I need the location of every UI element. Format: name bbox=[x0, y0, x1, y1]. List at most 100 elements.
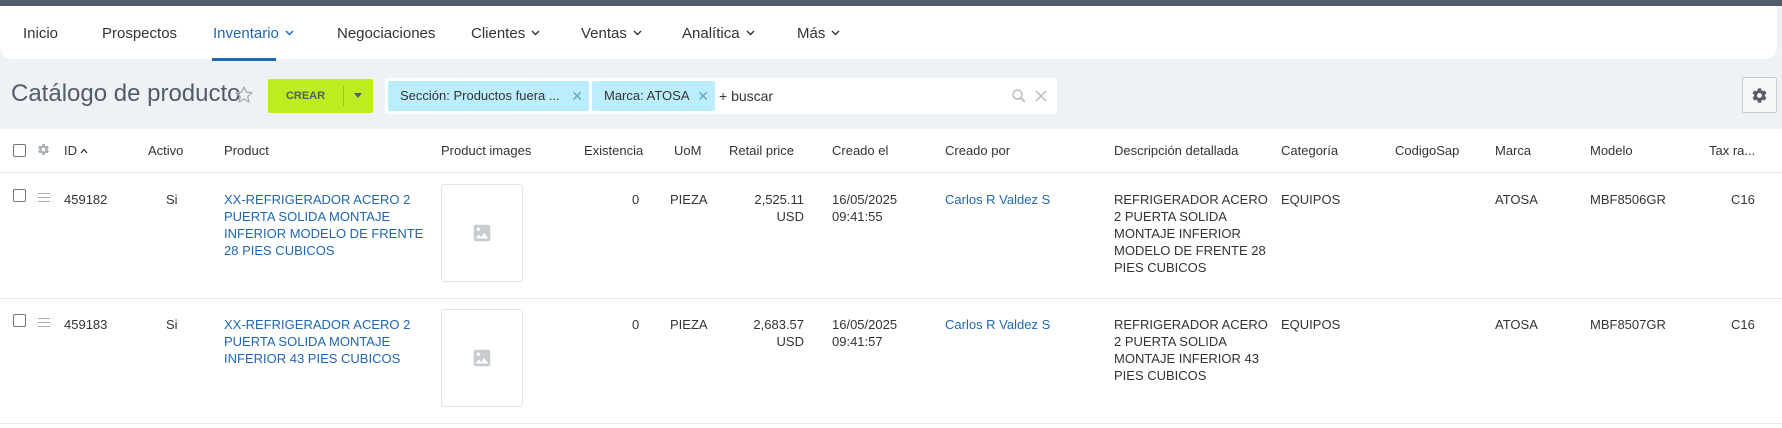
row-checkbox[interactable] bbox=[13, 314, 26, 327]
column-header-product[interactable]: Product bbox=[224, 129, 269, 173]
gear-icon bbox=[1752, 88, 1767, 103]
nav-item-label: Analítica bbox=[682, 25, 740, 42]
filter-tag-marca[interactable]: Marca: ATOSA ✕ bbox=[592, 81, 715, 111]
filter-tag-label: Marca: ATOSA bbox=[604, 88, 690, 103]
column-header-creado-el[interactable]: Creado el bbox=[832, 129, 888, 173]
column-header-categoria[interactable]: Categoría bbox=[1281, 129, 1338, 173]
price-amount: 2,683.57 bbox=[753, 317, 804, 332]
product-name-line: PUERTA SOLIDA MONTAJE bbox=[224, 334, 391, 349]
column-header-activo[interactable]: Activo bbox=[148, 129, 183, 173]
close-icon[interactable]: ✕ bbox=[571, 81, 583, 111]
drag-handle-icon[interactable] bbox=[38, 193, 50, 203]
nav-item-mas[interactable]: Más bbox=[797, 6, 840, 59]
product-image-placeholder[interactable] bbox=[441, 309, 523, 407]
description-line: REFRIGERADOR ACERO bbox=[1114, 317, 1268, 332]
column-header-tax-rate[interactable]: Tax ra... bbox=[1709, 129, 1755, 173]
column-header-creado-por[interactable]: Creado por bbox=[945, 129, 1010, 173]
page-title: Catálogo de producto bbox=[11, 80, 241, 107]
create-button[interactable]: CREAR bbox=[268, 79, 373, 113]
description-line: MODELO DE FRENTE 28 bbox=[1114, 243, 1266, 258]
nav-item-analitica[interactable]: Analítica bbox=[682, 6, 755, 59]
search-input[interactable]: + buscar bbox=[719, 78, 773, 114]
column-header-product-images[interactable]: Product images bbox=[441, 129, 531, 173]
column-header-marca[interactable]: Marca bbox=[1495, 129, 1531, 173]
cell-marca: ATOSA bbox=[1495, 192, 1538, 207]
product-name-line: XX-REFRIGERADOR ACERO 2 bbox=[224, 317, 411, 332]
nav-item-prospectos[interactable]: Prospectos bbox=[102, 6, 177, 59]
chevron-down-icon bbox=[746, 30, 755, 36]
cell-tax-rate: C16 bbox=[1731, 192, 1755, 207]
column-header-descripcion[interactable]: Descripción detallada bbox=[1114, 129, 1238, 173]
created-by-link[interactable]: Carlos R Valdez S bbox=[945, 316, 1050, 333]
nav-item-negociaciones[interactable]: Negociaciones bbox=[337, 6, 435, 59]
created-date: 16/05/2025 bbox=[832, 192, 898, 207]
image-placeholder-icon bbox=[473, 349, 491, 367]
description-line: MONTAJE INFERIOR 43 bbox=[1114, 351, 1259, 366]
product-name-line: 28 PIES CUBICOS bbox=[224, 243, 335, 258]
filter-tag-seccion[interactable]: Sección: Productos fuera ... ✕ bbox=[388, 81, 589, 111]
cell-categoria: EQUIPOS bbox=[1281, 317, 1341, 332]
column-header-id[interactable]: ID bbox=[64, 129, 88, 173]
cell-existencia: 0 bbox=[632, 317, 640, 332]
product-image-placeholder[interactable] bbox=[441, 184, 523, 282]
close-icon[interactable]: ✕ bbox=[697, 81, 709, 111]
description-line: 2 PUERTA SOLIDA bbox=[1114, 209, 1227, 224]
chevron-down-icon bbox=[831, 30, 840, 36]
description-line: PIES CUBICOS bbox=[1114, 260, 1207, 275]
search-icon[interactable] bbox=[1011, 88, 1027, 104]
cell-creado-el: 16/05/2025 09:41:57 bbox=[832, 316, 897, 350]
nav-item-ventas[interactable]: Ventas bbox=[581, 6, 642, 59]
product-table: ID Activo Product Product images Existen… bbox=[0, 129, 1782, 428]
nav-item-label: Ventas bbox=[581, 25, 627, 42]
select-all-checkbox[interactable] bbox=[13, 144, 26, 157]
product-name-line: XX-REFRIGERADOR ACERO 2 bbox=[224, 192, 411, 207]
cell-id: 459182 bbox=[64, 192, 108, 207]
column-header-existencia[interactable]: Existencia bbox=[584, 129, 643, 173]
table-row[interactable]: 459182 Si XX-REFRIGERADOR ACERO 2 PUERTA… bbox=[0, 173, 1782, 298]
sort-asc-icon bbox=[80, 148, 88, 153]
description-line: PIES CUBICOS bbox=[1114, 368, 1207, 383]
cell-uom: PIEZA bbox=[670, 317, 708, 332]
cell-retail-price: 2,525.11 USD bbox=[740, 191, 804, 225]
create-dropdown-caret[interactable] bbox=[343, 79, 373, 113]
cell-categoria: EQUIPOS bbox=[1281, 192, 1341, 207]
filter-tag-label: Sección: Productos fuera ... bbox=[400, 88, 560, 103]
column-header-modelo[interactable]: Modelo bbox=[1590, 129, 1633, 173]
column-header-uom[interactable]: UoM bbox=[674, 129, 701, 173]
product-link[interactable]: XX-REFRIGERADOR ACERO 2 PUERTA SOLIDA MO… bbox=[224, 316, 410, 367]
description-line: MONTAJE INFERIOR bbox=[1114, 226, 1241, 241]
table-row[interactable]: 459183 Si XX-REFRIGERADOR ACERO 2 PUERTA… bbox=[0, 298, 1782, 423]
nav-item-inicio[interactable]: Inicio bbox=[23, 6, 58, 59]
chevron-down-icon bbox=[633, 30, 642, 36]
cell-descripcion: REFRIGERADOR ACERO 2 PUERTA SOLIDA MONTA… bbox=[1114, 316, 1268, 384]
column-header-retail-price[interactable]: Retail price bbox=[729, 129, 794, 173]
description-line: 2 PUERTA SOLIDA bbox=[1114, 334, 1227, 349]
create-button-label: CREAR bbox=[285, 90, 326, 102]
nav-item-clientes[interactable]: Clientes bbox=[471, 6, 540, 59]
star-icon[interactable] bbox=[234, 85, 254, 105]
filter-search-bar[interactable]: Sección: Productos fuera ... ✕ Marca: AT… bbox=[385, 78, 1057, 114]
cell-uom: PIEZA bbox=[670, 192, 708, 207]
nav-item-label: Inicio bbox=[23, 25, 59, 42]
product-link[interactable]: XX-REFRIGERADOR ACERO 2 PUERTA SOLIDA MO… bbox=[224, 191, 423, 259]
close-icon[interactable] bbox=[1033, 88, 1049, 104]
row-divider bbox=[0, 423, 1782, 424]
drag-handle-icon[interactable] bbox=[38, 318, 50, 328]
settings-button[interactable] bbox=[1742, 77, 1777, 113]
nav-item-inventario[interactable]: Inventario bbox=[213, 6, 294, 59]
product-name-line: INFERIOR MODELO DE FRENTE bbox=[224, 226, 424, 241]
gear-icon[interactable] bbox=[37, 143, 50, 156]
price-currency: USD bbox=[776, 209, 804, 224]
price-amount: 2,525.11 bbox=[754, 192, 804, 207]
created-by-link[interactable]: Carlos R Valdez S bbox=[945, 191, 1050, 208]
nav-item-label: Clientes bbox=[471, 25, 526, 42]
cell-modelo: MBF8506GR bbox=[1590, 192, 1666, 207]
cell-existencia: 0 bbox=[632, 192, 640, 207]
cell-activo: Si bbox=[166, 192, 178, 207]
row-checkbox[interactable] bbox=[13, 189, 26, 202]
active-tab-indicator bbox=[212, 58, 276, 61]
column-header-codigosap[interactable]: CodigoSap bbox=[1395, 129, 1459, 173]
cell-retail-price: 2,683.57 USD bbox=[740, 316, 804, 350]
cell-modelo: MBF8507GR bbox=[1590, 317, 1666, 332]
nav-item-label: Negociaciones bbox=[337, 25, 436, 42]
